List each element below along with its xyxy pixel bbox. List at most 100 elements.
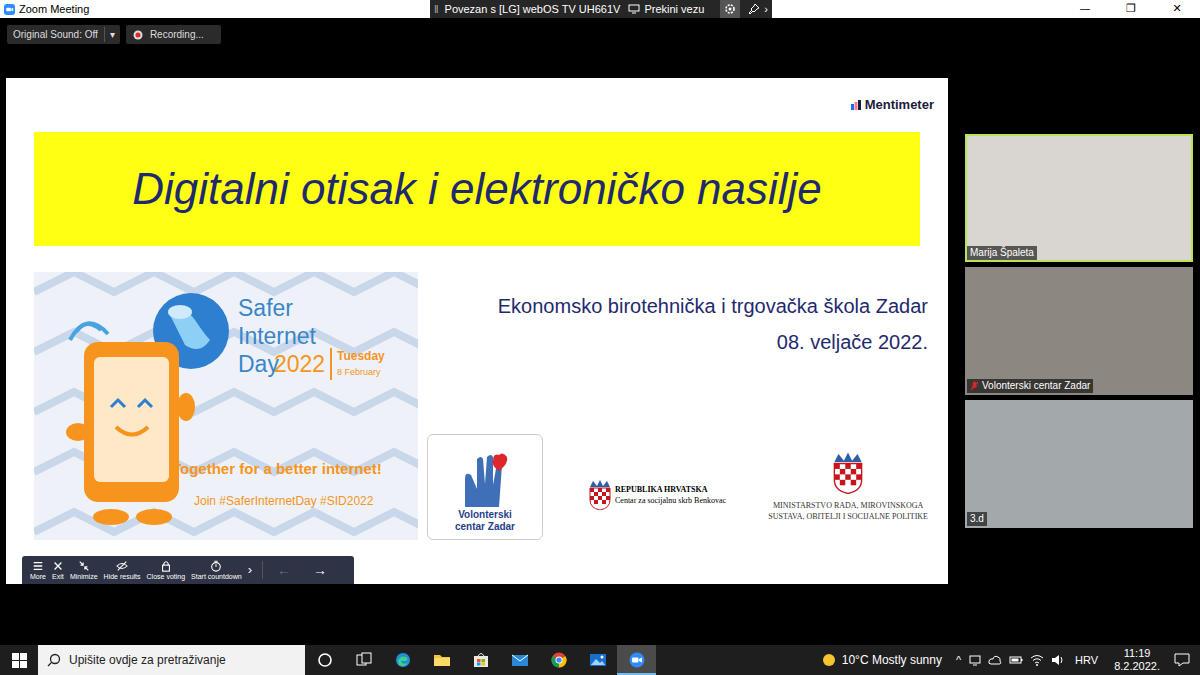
zoom-logo-icon: [4, 4, 15, 15]
share-status: Povezan s [LG] webOS TV UH661V: [445, 1, 621, 18]
participant-tile[interactable]: 3.d: [965, 400, 1193, 528]
display-icon[interactable]: [969, 654, 981, 666]
participant-tile[interactable]: Marija Špaleta: [965, 134, 1193, 262]
participant-tile[interactable]: Volonterski centar Zadar: [965, 267, 1193, 395]
weather-widget[interactable]: 10°C Mostly sunny: [842, 651, 942, 669]
chrome-taskbar-button[interactable]: [539, 645, 578, 675]
edge-taskbar-button[interactable]: [383, 645, 422, 675]
mentimeter-logo: Mentimeter: [851, 95, 934, 115]
presenter-more-button[interactable]: More: [30, 556, 46, 584]
weather-sun-icon: [821, 652, 837, 668]
settings-button[interactable]: [720, 0, 740, 18]
participant-gallery: Marija Špaleta Volonterski centar Zadar 3.…: [965, 134, 1193, 528]
muted-mic-icon: [970, 381, 979, 391]
shared-slide: Mentimeter Digitalni otisak i elektronič…: [6, 78, 948, 584]
participant-name-label: Marija Špaleta: [967, 246, 1037, 260]
taskbar: 10°C Mostly sunny ^ HRV 11:19 8.2.2022.: [0, 645, 1200, 675]
photos-taskbar-button[interactable]: [578, 645, 617, 675]
original-sound-button[interactable]: Original Sound: Off ▾: [7, 25, 120, 44]
recording-indicator[interactable]: Recording...: [126, 25, 221, 44]
input-language[interactable]: HRV: [1075, 652, 1098, 669]
presenter-expand-button[interactable]: ›: [248, 560, 256, 580]
school-name: Ekonomsko birotehnička i trgovačka škola…: [418, 288, 928, 324]
cortana-icon: [316, 651, 334, 669]
presenter-hide-button[interactable]: Hide results: [104, 556, 141, 584]
coat-of-arms-icon: [589, 480, 611, 510]
window-controls: —❐✕: [1062, 0, 1200, 18]
store-taskbar-button[interactable]: [461, 645, 500, 675]
search-input[interactable]: [69, 651, 296, 669]
restore-button[interactable]: ❐: [1108, 0, 1154, 18]
pin-icon[interactable]: [748, 3, 760, 15]
share-bar: ‖ Povezan s [LG] webOS TV UH661V Prekini…: [430, 0, 772, 18]
tray-expand-button[interactable]: ^: [956, 652, 961, 669]
social-care-centre-logo: REPUBLIKA HRVATSKA Centar za socijalnu s…: [589, 480, 726, 510]
sid-date: Tuesday 8 February: [337, 348, 385, 380]
gear-icon: [724, 3, 736, 15]
minimize-button[interactable]: —: [1062, 0, 1108, 18]
meeting-area: Original Sound: Off ▾ Recording... Menti…: [0, 18, 1200, 645]
previous-slide-button[interactable]: ←: [269, 560, 299, 581]
mail-taskbar-button[interactable]: [500, 645, 539, 675]
explorer-taskbar-button[interactable]: [422, 645, 461, 675]
slide-title: Digitalni otisak i elektroničko nasilje: [132, 156, 822, 222]
start-button[interactable]: [0, 645, 38, 675]
window-title: Zoom Meeting: [19, 4, 89, 15]
speaker-icon[interactable]: [1051, 654, 1065, 666]
sid-hashtags: Join #SaferInternetDay #SID2022: [194, 492, 373, 510]
original-sound-dropdown[interactable]: ▾: [104, 27, 120, 42]
participant-name-label: Volonterski centar Zadar: [967, 379, 1093, 393]
close-button[interactable]: ✕: [1154, 0, 1200, 18]
mail-icon: [511, 651, 529, 669]
presenter-minimize-button[interactable]: Minimize: [70, 556, 98, 584]
coat-of-arms-icon: [833, 452, 863, 494]
share-more-button[interactable]: ›: [764, 1, 768, 18]
sid-slogan: Together for a better internet!: [172, 458, 382, 481]
cloud-icon[interactable]: [988, 654, 1002, 666]
zoom-taskbar-button[interactable]: [617, 645, 656, 675]
cortana-taskbar-button[interactable]: [305, 645, 344, 675]
volunteer-centre-logo: Volonterski centar Zadar: [427, 434, 543, 540]
lock-icon: [160, 560, 172, 572]
more-icon: [32, 560, 44, 572]
magnifier-icon: [47, 653, 61, 667]
event-date: 08. veljače 2022.: [418, 324, 928, 360]
hide-icon: [116, 560, 128, 572]
presenter-timer-button[interactable]: Start countdown: [191, 556, 242, 584]
sid-year: 2022: [274, 350, 325, 378]
edge-icon: [394, 651, 412, 669]
wifi-icon[interactable]: [1030, 654, 1044, 666]
battery-icon[interactable]: [1009, 655, 1023, 665]
explorer-icon: [433, 651, 451, 669]
ministry-logo: MINISTARSTVO RADA, MIROVINSKOGA SUSTAVA,…: [768, 452, 928, 522]
title-banner: Digitalni otisak i elektroničko nasilje: [34, 132, 920, 246]
exit-icon: [52, 560, 64, 572]
active-indicator: [617, 673, 656, 675]
disconnect-button[interactable]: Prekini vezu: [644, 1, 704, 18]
record-icon: [133, 30, 143, 40]
disconnect-icon: [628, 4, 640, 14]
taskview-icon: [355, 651, 373, 669]
next-slide-button[interactable]: →: [305, 560, 335, 581]
zoom-icon: [628, 651, 646, 669]
presenter-toolbar: More Exit MinimizeHide resultsClose voting…: [22, 556, 354, 584]
presenter-exit-button[interactable]: Exit: [52, 556, 64, 584]
timer-icon: [210, 560, 222, 572]
taskview-taskbar-button[interactable]: [344, 645, 383, 675]
mentimeter-icon: [851, 100, 861, 110]
search-box[interactable]: [38, 645, 305, 675]
phone-mascot-icon: [56, 312, 196, 537]
windows-logo-icon: [12, 653, 27, 668]
notification-button[interactable]: [1174, 653, 1190, 667]
title-bar: Zoom Meeting ‖ Povezan s [LG] webOS TV U…: [0, 0, 1200, 18]
hands-heart-icon: [455, 449, 515, 509]
store-icon: [472, 651, 490, 669]
presenter-lock-button[interactable]: Close voting: [147, 556, 186, 584]
participant-name-label: 3.d: [967, 512, 987, 526]
chrome-icon: [550, 651, 568, 669]
clock[interactable]: 11:19 8.2.2022.: [1114, 647, 1160, 673]
taskbar-apps: [305, 645, 656, 675]
minimize-icon: [78, 560, 90, 572]
sid-banner: Safer Internet Day 2022 Tuesday 8 Februa…: [34, 272, 418, 540]
drag-handle[interactable]: ‖: [430, 1, 445, 18]
